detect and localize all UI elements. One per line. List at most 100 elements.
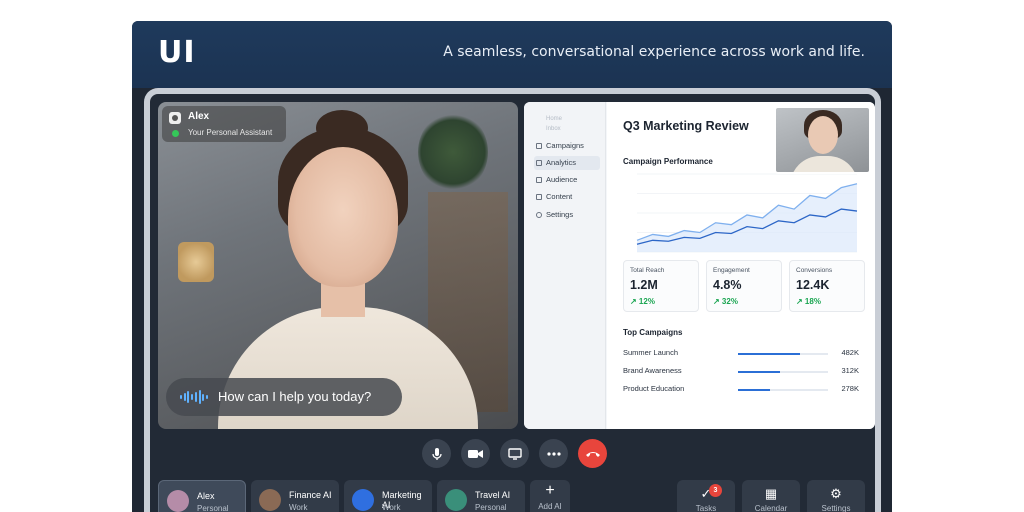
checkbox-icon: ✓: [700, 486, 712, 501]
background-lamp: [178, 242, 214, 282]
campaign-value: 312K: [841, 366, 859, 375]
mic-button[interactable]: [422, 439, 451, 468]
chart-title: Campaign Performance: [623, 157, 713, 166]
logo: UI: [158, 35, 196, 70]
settings-button[interactable]: ⚙ Settings: [807, 480, 865, 512]
assistant-role: Work: [382, 503, 401, 512]
more-dots-icon: [546, 451, 561, 456]
main-video-tile[interactable]: Alex Your Personal Assistant How can I h…: [158, 102, 518, 429]
assistant-role: Personal: [475, 503, 507, 512]
sidebar-item-analytics[interactable]: Analytics: [534, 156, 600, 170]
gear-icon: [536, 212, 542, 218]
campaign-row: Brand Awareness 312K: [623, 366, 859, 378]
assistant-name: Alex: [197, 491, 215, 501]
person-face: [288, 147, 398, 287]
assistant-role: Work: [289, 503, 308, 512]
top-campaigns-title: Top Campaigns: [623, 328, 683, 337]
marketing-icon: [352, 489, 374, 511]
notification-badge: 3: [709, 484, 722, 497]
campaign-performance-chart: [636, 173, 858, 253]
tool-label: Calendar: [754, 504, 788, 512]
avatar: [167, 490, 189, 512]
self-view-body: [790, 156, 858, 172]
calendar-icon: ▦: [764, 486, 778, 501]
background-plant: [418, 112, 488, 192]
assistant-name: Travel AI: [475, 490, 511, 500]
dashboard-title: Q3 Marketing Review: [623, 119, 749, 133]
kpi-label: Engagement: [713, 267, 750, 274]
assistant-chip-finance[interactable]: Finance AI Work: [251, 480, 339, 512]
screen-share: Home Inbox Campaigns Analytics Audience …: [524, 102, 875, 429]
sidebar-item-campaigns[interactable]: Campaigns: [534, 139, 600, 153]
kpi-value: 12.4K: [796, 278, 830, 292]
kpi-change: ↗ 18%: [796, 297, 821, 306]
sidebar-item-content[interactable]: Content: [534, 190, 600, 204]
sidebar-item-label: Settings: [546, 210, 574, 219]
kpi-value: 1.2M: [630, 278, 658, 292]
user-icon: [169, 112, 181, 124]
header-banner: UI A seamless, conversational experience…: [132, 21, 892, 88]
add-ai-button[interactable]: + Add AI: [530, 480, 570, 512]
screen-share-icon: [507, 447, 522, 460]
participant-role: Your Personal Assistant: [188, 128, 273, 137]
sidebar-item-audience[interactable]: Audience: [534, 173, 600, 187]
campaign-bar-track: [738, 371, 828, 373]
tasks-button[interactable]: ✓ Tasks 3: [677, 480, 735, 512]
megaphone-icon: [536, 143, 542, 149]
end-call-icon: [585, 451, 600, 457]
campaign-bar: [738, 389, 770, 391]
campaign-row: Product Education 278K: [623, 384, 859, 396]
device-screen: Alex Your Personal Assistant How can I h…: [144, 88, 881, 512]
map-icon: [445, 489, 467, 511]
person-hair-bun: [316, 110, 368, 146]
end-call-button[interactable]: [578, 439, 607, 468]
campaign-name: Summer Launch: [623, 348, 679, 357]
microphone-icon: [431, 447, 442, 460]
participant-name: Alex: [188, 111, 210, 122]
sidebar-item-label: Content: [546, 192, 573, 201]
avatar: [259, 489, 281, 511]
campaign-bar: [738, 371, 781, 373]
gear-icon: ⚙: [830, 486, 842, 501]
self-view-video[interactable]: [774, 106, 871, 174]
campaign-name: Brand Awareness: [623, 366, 682, 375]
sidebar-faint-item: Home: [546, 116, 563, 122]
campaign-bar-track: [738, 353, 828, 355]
plus-icon: +: [545, 482, 555, 499]
kpi-change: ↗ 32%: [713, 297, 738, 306]
sidebar-item-label: Audience: [546, 175, 578, 184]
campaign-row: Summer Launch 482K: [623, 348, 859, 360]
kpi-engagement: Engagement 4.8% ↗ 32%: [706, 260, 782, 312]
kpi-label: Total Reach: [630, 267, 665, 274]
document-icon: [536, 194, 542, 200]
camera-button[interactable]: [461, 439, 490, 468]
assistant-name: Finance AI: [289, 490, 332, 500]
assistant-chip-marketing[interactable]: Marketing AI Work: [344, 480, 432, 512]
voice-wave-icon: [180, 390, 208, 404]
tool-label: Tasks: [695, 504, 717, 512]
chart-icon: [536, 160, 542, 166]
assistant-chip-alex[interactable]: Alex Personal: [158, 480, 246, 512]
calendar-button[interactable]: ▦ Calendar: [742, 480, 800, 512]
caption-text: How can I help you today?: [218, 389, 372, 404]
sidebar-item-label: Campaigns: [546, 141, 584, 150]
dashboard-sidebar: Home Inbox Campaigns Analytics Audience …: [524, 102, 606, 429]
more-options-button[interactable]: [539, 439, 568, 468]
kpi-total-reach: Total Reach 1.2M ↗ 12%: [623, 260, 699, 312]
video-camera-icon: [468, 449, 483, 458]
tool-label: Settings: [821, 504, 851, 512]
page: UI A seamless, conversational experience…: [0, 0, 1024, 512]
assistant-chip-travel[interactable]: Travel AI Personal: [437, 480, 525, 512]
kpi-label: Conversions: [796, 267, 833, 274]
screen-share-button[interactable]: [500, 439, 529, 468]
chart-area: [637, 183, 857, 252]
campaign-value: 482K: [841, 348, 859, 357]
kpi-conversions: Conversions 12.4K ↗ 18%: [789, 260, 865, 312]
campaign-bar: [738, 353, 801, 355]
self-view-face: [808, 116, 838, 154]
sidebar-item-settings[interactable]: Settings: [534, 208, 600, 222]
campaign-value: 278K: [841, 384, 859, 393]
participant-badge: Alex Your Personal Assistant: [162, 106, 286, 142]
campaign-name: Product Education: [623, 384, 685, 393]
app-frame: UI A seamless, conversational experience…: [132, 21, 892, 512]
